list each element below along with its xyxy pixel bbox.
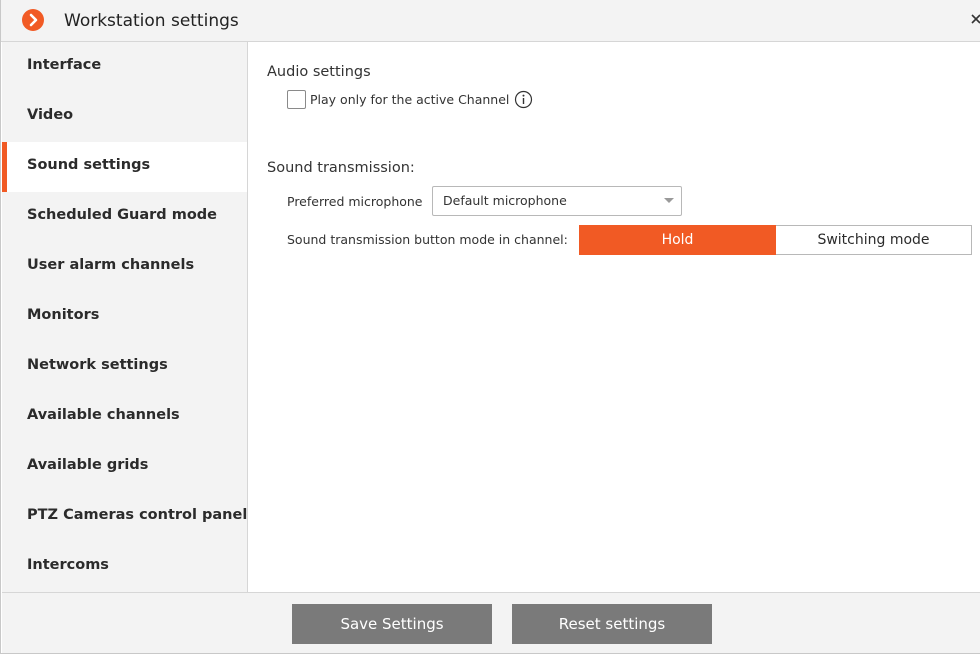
info-icon[interactable] [514, 90, 533, 109]
sidebar-item-label: Monitors [27, 307, 100, 323]
chevron-down-icon [664, 198, 674, 203]
audio-settings-heading: Audio settings [267, 64, 371, 80]
sidebar-item-label: Intercoms [27, 557, 109, 573]
preferred-microphone-value: Default microphone [443, 193, 567, 208]
sidebar-item-intercoms[interactable]: Intercoms [2, 542, 247, 592]
preferred-microphone-label: Preferred microphone [287, 194, 423, 209]
preferred-microphone-dropdown[interactable]: Default microphone [432, 186, 682, 216]
sidebar-item-label: Sound settings [27, 157, 151, 173]
sidebar-item-monitors[interactable]: Monitors [2, 292, 247, 342]
settings-window: Workstation settings Interface Video Sou… [0, 0, 980, 654]
app-logo-icon [22, 9, 44, 31]
sidebar-item-label: Available channels [27, 407, 180, 423]
sidebar-item-available-grids[interactable]: Available grids [2, 442, 247, 492]
settings-sidebar: Interface Video Sound settings Scheduled… [2, 42, 248, 592]
play-active-channel-label[interactable]: Play only for the active Channel [310, 92, 509, 107]
title-bar: Workstation settings [1, 0, 980, 42]
sidebar-item-network-settings[interactable]: Network settings [2, 342, 247, 392]
window-title: Workstation settings [64, 11, 239, 31]
sidebar-item-interface[interactable]: Interface [2, 42, 247, 92]
sidebar-item-user-alarm-channels[interactable]: User alarm channels [2, 242, 247, 292]
save-settings-button[interactable]: Save Settings [292, 604, 492, 644]
reset-settings-button[interactable]: Reset settings [512, 604, 712, 644]
mode-hold-button[interactable]: Hold [579, 225, 776, 255]
sidebar-item-label: Interface [27, 57, 102, 73]
footer-bar: Save Settings Reset settings [2, 592, 980, 653]
sidebar-item-label: Video [27, 107, 74, 123]
sidebar-item-scheduled-guard-mode[interactable]: Scheduled Guard mode [2, 192, 247, 242]
sound-transmission-heading: Sound transmission: [267, 160, 415, 176]
sidebar-item-label: Available grids [27, 457, 149, 473]
settings-content: Audio settings Play only for the active … [248, 42, 980, 592]
sidebar-item-label: Scheduled Guard mode [27, 207, 218, 223]
sidebar-item-available-channels[interactable]: Available channels [2, 392, 247, 442]
play-active-channel-checkbox[interactable] [287, 90, 306, 109]
sidebar-item-label: Network settings [27, 357, 168, 373]
transmission-mode-toggle: Hold Switching mode [579, 225, 972, 255]
sidebar-item-label: PTZ Cameras control panel [27, 507, 248, 523]
sidebar-item-ptz-cameras-control-panel[interactable]: PTZ Cameras control panel [2, 492, 247, 542]
mode-switching-button[interactable]: Switching mode [776, 225, 972, 255]
transmission-mode-label: Sound transmission button mode in channe… [287, 232, 568, 247]
sidebar-item-sound-settings[interactable]: Sound settings [2, 142, 247, 192]
sidebar-item-label: User alarm channels [27, 257, 195, 273]
sidebar-item-video[interactable]: Video [2, 92, 247, 142]
close-icon[interactable] [967, 10, 980, 30]
